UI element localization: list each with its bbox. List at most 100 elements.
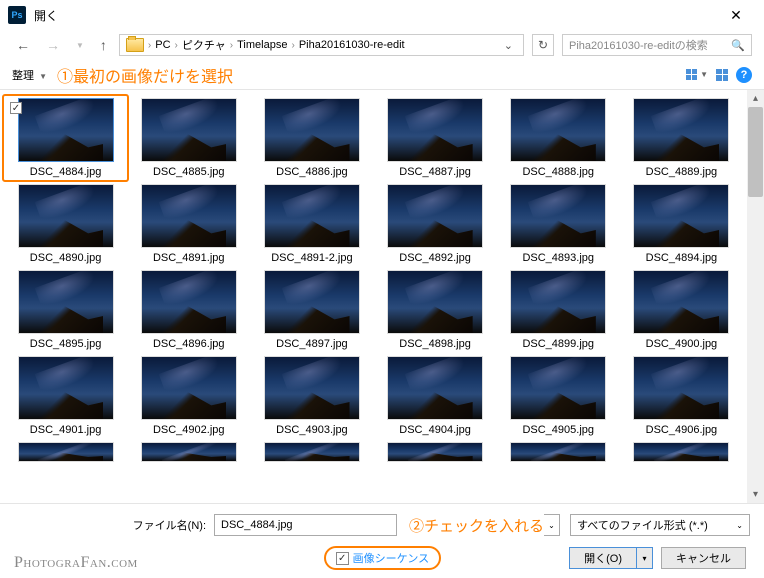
- file-item[interactable]: DSC_4904.jpg: [375, 356, 494, 436]
- file-item[interactable]: DSC_4894.jpg: [622, 184, 741, 264]
- annotation-2: ②チェックを入れる: [409, 515, 544, 536]
- file-item[interactable]: ✓DSC_4884.jpg: [2, 94, 129, 182]
- file-item[interactable]: DSC_4905.jpg: [499, 356, 618, 436]
- filename-dropdown[interactable]: ⌄: [544, 514, 560, 536]
- file-item[interactable]: DSC_4901.jpg: [6, 356, 125, 436]
- thumbnail: [141, 98, 237, 162]
- file-item[interactable]: [499, 442, 618, 462]
- thumbnail: [510, 184, 606, 248]
- filetype-select[interactable]: すべてのファイル形式 (*.*) ⌄: [570, 514, 750, 536]
- file-item[interactable]: DSC_4897.jpg: [252, 270, 371, 350]
- breadcrumb-dropdown[interactable]: ⌄: [500, 39, 517, 52]
- file-item[interactable]: [6, 442, 125, 462]
- image-sequence-checkbox[interactable]: ✓ 画像シーケンス: [324, 546, 441, 570]
- file-name: DSC_4900.jpg: [646, 338, 718, 350]
- file-item[interactable]: DSC_4896.jpg: [129, 270, 248, 350]
- thumbnail: [387, 442, 483, 462]
- file-name: DSC_4905.jpg: [522, 424, 594, 436]
- search-icon: 🔍: [731, 39, 745, 52]
- ps-icon: Ps: [8, 6, 26, 24]
- checkbox-icon: ✓: [336, 552, 349, 565]
- file-item[interactable]: DSC_4900.jpg: [622, 270, 741, 350]
- help-button[interactable]: ?: [736, 67, 752, 83]
- scrollbar-thumb[interactable]: [748, 107, 763, 197]
- recent-dropdown[interactable]: ▼: [72, 41, 88, 50]
- scrollbar[interactable]: ▴ ▾: [747, 90, 764, 503]
- file-item[interactable]: DSC_4903.jpg: [252, 356, 371, 436]
- file-item[interactable]: [375, 442, 494, 462]
- scroll-down-arrow[interactable]: ▾: [747, 486, 764, 503]
- thumbnail: [18, 356, 114, 420]
- file-item[interactable]: DSC_4902.jpg: [129, 356, 248, 436]
- chevron-right-icon: ›: [228, 40, 235, 51]
- up-button[interactable]: ↑: [96, 37, 111, 53]
- file-name: DSC_4885.jpg: [153, 166, 225, 178]
- chevron-down-icon: ▼: [39, 72, 47, 81]
- open-button[interactable]: 開く(O): [569, 547, 637, 569]
- thumbnail: [141, 184, 237, 248]
- thumbnail: [264, 442, 360, 462]
- file-item[interactable]: DSC_4890.jpg: [6, 184, 125, 264]
- file-name: DSC_4893.jpg: [522, 252, 594, 264]
- thumbnail: [141, 356, 237, 420]
- content-area: ✓DSC_4884.jpgDSC_4885.jpgDSC_4886.jpgDSC…: [0, 90, 764, 503]
- file-name: DSC_4895.jpg: [30, 338, 102, 350]
- file-item[interactable]: [252, 442, 371, 462]
- file-item[interactable]: DSC_4899.jpg: [499, 270, 618, 350]
- file-item[interactable]: DSC_4886.jpg: [252, 98, 371, 178]
- file-name: DSC_4888.jpg: [522, 166, 594, 178]
- thumbnail: [387, 356, 483, 420]
- view-mode-button[interactable]: ▼: [686, 69, 708, 80]
- thumbnail: [18, 184, 114, 248]
- file-item[interactable]: [622, 442, 741, 462]
- search-input[interactable]: Piha20161030-re-editの検索 🔍: [562, 34, 752, 56]
- file-item[interactable]: DSC_4906.jpg: [622, 356, 741, 436]
- file-item[interactable]: DSC_4895.jpg: [6, 270, 125, 350]
- file-name: DSC_4904.jpg: [399, 424, 471, 436]
- file-name: DSC_4899.jpg: [522, 338, 594, 350]
- thumbnail: [264, 270, 360, 334]
- file-item[interactable]: DSC_4887.jpg: [375, 98, 494, 178]
- crumb-current[interactable]: Piha20161030-re-edit: [299, 39, 405, 51]
- crumb-timelapse[interactable]: Timelapse: [237, 39, 287, 51]
- file-item[interactable]: DSC_4898.jpg: [375, 270, 494, 350]
- folder-icon: [126, 38, 144, 52]
- file-item[interactable]: DSC_4891.jpg: [129, 184, 248, 264]
- crumb-pc[interactable]: PC: [155, 39, 170, 51]
- file-name: DSC_4896.jpg: [153, 338, 225, 350]
- thumbnail: [387, 270, 483, 334]
- thumbnail: [510, 270, 606, 334]
- thumbnail: [510, 442, 606, 462]
- thumbnail: [510, 98, 606, 162]
- scroll-up-arrow[interactable]: ▴: [747, 90, 764, 107]
- file-item[interactable]: DSC_4885.jpg: [129, 98, 248, 178]
- organize-menu[interactable]: 整理 ▼: [12, 67, 47, 83]
- thumbnail: [18, 442, 114, 462]
- file-item[interactable]: DSC_4893.jpg: [499, 184, 618, 264]
- navbar: ← → ▼ ↑ › PC › ピクチャ › Timelapse › Piha20…: [0, 30, 764, 60]
- thumbnail: [141, 270, 237, 334]
- breadcrumb-bar[interactable]: › PC › ピクチャ › Timelapse › Piha20161030-r…: [119, 34, 524, 56]
- forward-button[interactable]: →: [42, 37, 64, 53]
- crumb-pictures[interactable]: ピクチャ: [182, 37, 226, 53]
- file-item[interactable]: [129, 442, 248, 462]
- file-name: DSC_4892.jpg: [399, 252, 471, 264]
- cancel-button[interactable]: キャンセル: [661, 547, 746, 569]
- thumbnail: [264, 98, 360, 162]
- preview-pane-button[interactable]: [716, 69, 728, 81]
- chevron-right-icon: ›: [289, 40, 296, 51]
- close-button[interactable]: ✕: [716, 7, 756, 24]
- file-item[interactable]: DSC_4891-2.jpg: [252, 184, 371, 264]
- chevron-down-icon: ⌄: [736, 521, 743, 530]
- refresh-button[interactable]: ↻: [532, 34, 554, 56]
- file-item[interactable]: DSC_4888.jpg: [499, 98, 618, 178]
- file-item[interactable]: DSC_4892.jpg: [375, 184, 494, 264]
- file-item[interactable]: DSC_4889.jpg: [622, 98, 741, 178]
- filename-label: ファイル名(N):: [14, 517, 214, 533]
- thumbnail: [510, 356, 606, 420]
- open-dropdown[interactable]: ▾: [637, 547, 653, 569]
- thumbnail: [387, 98, 483, 162]
- back-button[interactable]: ←: [12, 37, 34, 53]
- filename-input[interactable]: [214, 514, 397, 536]
- window-title: 開く: [34, 7, 716, 24]
